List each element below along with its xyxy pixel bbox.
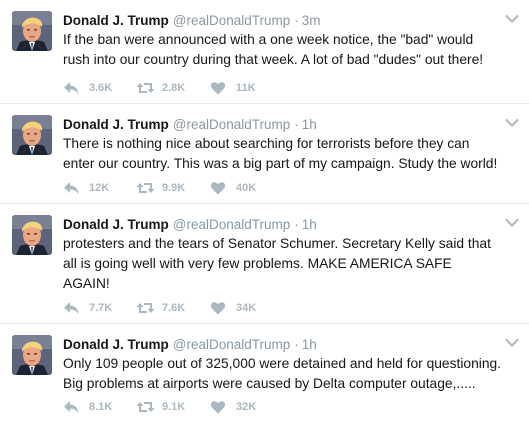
like-count: 32K xyxy=(236,401,257,413)
avatar-photo-icon xyxy=(12,335,52,375)
chevron-down-icon[interactable] xyxy=(505,118,519,128)
tweet-text-line: If the ban were announced with a one wee… xyxy=(63,32,474,47)
tweet-text: There is nothing nice about searching fo… xyxy=(63,134,525,174)
author-name[interactable]: Donald J. Trump xyxy=(63,117,169,132)
tweet-text-line: enter our country. This was a big part o… xyxy=(63,156,498,171)
like-count: 11K xyxy=(236,82,256,94)
tweet-timeline: Donald J. Trump @realDonaldTrump · 3m If th… xyxy=(0,0,529,423)
tweet-text-line: Big problems at airports were caused by … xyxy=(63,376,476,391)
reply-count: 7.7K xyxy=(89,302,113,314)
tweet-timestamp[interactable]: 1h xyxy=(302,217,317,232)
tweet-timestamp[interactable]: 1h xyxy=(302,117,317,132)
tweet-timestamp[interactable]: 1h xyxy=(302,337,317,352)
reply-arrow-icon xyxy=(64,302,79,314)
like-count: 34K xyxy=(236,302,257,314)
reply-count: 8.1K xyxy=(89,401,113,413)
reply-arrow-icon xyxy=(64,182,79,194)
avatar-photo-icon xyxy=(12,115,52,155)
avatar-photo-icon xyxy=(12,215,52,255)
chevron-down-icon[interactable] xyxy=(505,218,519,228)
separator-dot: · xyxy=(294,13,299,28)
retweet-icon xyxy=(136,303,155,313)
retweet-icon xyxy=(136,83,155,93)
author-handle[interactable]: @realDonaldTrump xyxy=(173,13,291,28)
separator-dot: · xyxy=(294,337,299,352)
tweet-text-line: all is going well with very few problems… xyxy=(63,256,452,271)
tweet-header: Donald J. Trump @realDonaldTrump · 1h xyxy=(63,216,317,234)
author-name[interactable]: Donald J. Trump xyxy=(63,337,169,352)
author-handle[interactable]: @realDonaldTrump xyxy=(173,117,291,132)
avatar[interactable] xyxy=(12,11,52,51)
retweet-count: 2.8K xyxy=(162,82,186,94)
reply-count: 12K xyxy=(89,182,110,194)
author-handle[interactable]: @realDonaldTrump xyxy=(173,337,291,352)
heart-icon xyxy=(210,302,226,315)
tweet-header: Donald J. Trump @realDonaldTrump · 1h xyxy=(63,116,317,134)
retweet-icon xyxy=(136,183,155,193)
avatar-photo-icon xyxy=(12,11,52,51)
chevron-down-icon[interactable] xyxy=(505,14,519,24)
author-name[interactable]: Donald J. Trump xyxy=(63,13,169,28)
tweet-text: Only 109 people out of 325,000 were deta… xyxy=(63,354,525,394)
tweet-item[interactable]: Donald J. Trump @realDonaldTrump · 1h Only … xyxy=(0,324,529,423)
tweet-header: Donald J. Trump @realDonaldTrump · 3m xyxy=(63,12,321,30)
retweet-icon xyxy=(136,402,155,412)
tweet-timestamp[interactable]: 3m xyxy=(302,13,321,28)
like-count: 40K xyxy=(236,182,257,194)
tweet-text-line: There is nothing nice about searching fo… xyxy=(63,136,470,151)
tweet-item[interactable]: Donald J. Trump @realDonaldTrump · 1h prote… xyxy=(0,204,529,324)
heart-icon xyxy=(210,82,226,95)
avatar[interactable] xyxy=(12,335,52,375)
tweet-item[interactable]: Donald J. Trump @realDonaldTrump · 3m If th… xyxy=(0,0,529,104)
author-handle[interactable]: @realDonaldTrump xyxy=(173,217,291,232)
tweet-text: If the ban were announced with a one wee… xyxy=(63,30,525,70)
tweet-text-line: rush into our country during that week. … xyxy=(63,52,484,67)
heart-icon xyxy=(210,182,226,195)
avatar[interactable] xyxy=(12,215,52,255)
tweet-item[interactable]: Donald J. Trump @realDonaldTrump · 1h There… xyxy=(0,104,529,204)
tweet-header: Donald J. Trump @realDonaldTrump · 1h xyxy=(63,336,317,354)
heart-icon xyxy=(210,401,226,414)
avatar[interactable] xyxy=(12,115,52,155)
chevron-down-icon[interactable] xyxy=(505,338,519,348)
tweet-text-line: protesters and the tears of Senator Schu… xyxy=(63,236,491,251)
tweet-text-line: Only 109 people out of 325,000 were deta… xyxy=(63,356,501,371)
retweet-count: 9.1K xyxy=(162,401,186,413)
retweet-count: 9.9K xyxy=(162,182,186,194)
tweet-text-line: AGAIN! xyxy=(63,276,110,291)
tweet-text: protesters and the tears of Senator Schu… xyxy=(63,234,525,294)
reply-count: 3.6K xyxy=(89,82,113,94)
separator-dot: · xyxy=(294,217,299,232)
reply-arrow-icon xyxy=(64,401,79,413)
reply-arrow-icon xyxy=(64,82,79,94)
retweet-count: 7.6K xyxy=(162,302,186,314)
separator-dot: · xyxy=(294,117,299,132)
author-name[interactable]: Donald J. Trump xyxy=(63,217,169,232)
